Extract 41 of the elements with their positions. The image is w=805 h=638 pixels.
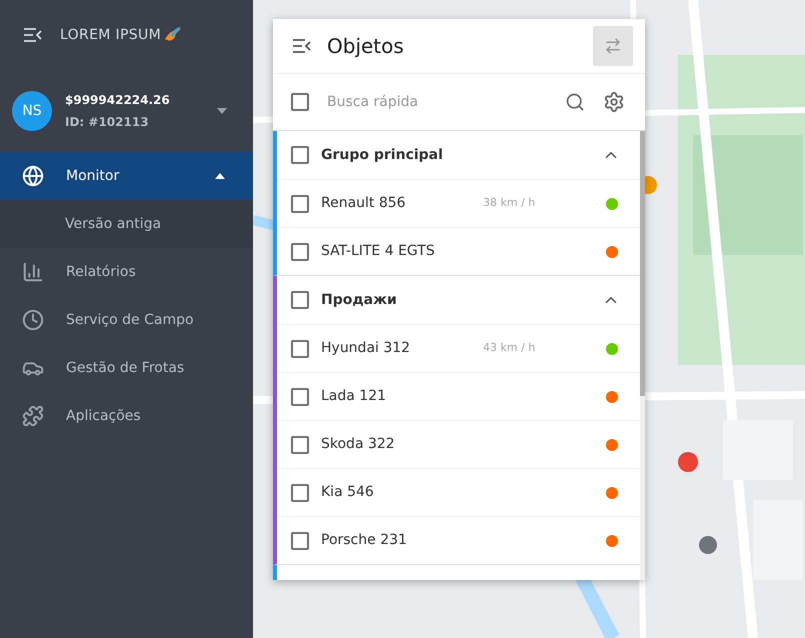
group-header[interactable]: Grupo principal (277, 131, 640, 179)
object-row[interactable]: Hyundai 312 43 km / h (277, 324, 640, 372)
object-row[interactable]: Kia 546 (277, 468, 640, 516)
account-balance: $999942224.26 (65, 92, 171, 109)
search-icon[interactable] (565, 92, 585, 112)
bar-chart-icon (22, 261, 44, 283)
checkbox[interactable] (291, 194, 309, 212)
object-row[interactable]: Renault 856 38 km / h (277, 179, 640, 227)
nav-item[interactable]: Gestão de Frotas (0, 344, 253, 392)
avatar: NS (12, 91, 52, 131)
checkbox[interactable] (291, 436, 309, 454)
swap-icon (604, 37, 622, 55)
nav-item[interactable]: Monitor (0, 152, 253, 200)
object-row[interactable]: Skoda 322 (277, 420, 640, 468)
nav-item[interactable]: Relatórios (0, 248, 253, 296)
account-id: ID: #102113 (65, 114, 150, 131)
group-header[interactable]: Продажи (277, 276, 640, 324)
dropdown-caret-icon[interactable] (217, 108, 227, 114)
checkbox[interactable] (291, 146, 309, 164)
logo-text: LOREM IPSUM (60, 26, 162, 44)
checkbox[interactable] (291, 484, 309, 502)
caret-icon (215, 173, 225, 179)
object-row[interactable]: Lada 121 (277, 372, 640, 420)
puzzle-icon (22, 405, 44, 427)
object-row[interactable]: Porsche 231 (277, 516, 640, 564)
checkbox[interactable] (291, 242, 309, 260)
checkbox[interactable] (291, 532, 309, 550)
search-field[interactable]: Busca rápida (327, 92, 547, 112)
nav-item[interactable]: Aplicações (0, 392, 253, 440)
nav-subitem[interactable]: Versão antiga (0, 200, 253, 248)
checkbox[interactable] (291, 291, 309, 309)
panel-title: Objetos (327, 33, 405, 60)
checkbox[interactable] (291, 388, 309, 406)
object-row[interactable]: SAT-LITE 4 EGTS (277, 227, 640, 275)
clock-icon (22, 309, 44, 331)
nav-item[interactable]: Serviço de Campo (0, 296, 253, 344)
collapse-menu-icon[interactable] (293, 39, 311, 53)
checkbox[interactable] (291, 340, 309, 358)
settings-icon[interactable] (603, 91, 625, 113)
globe-icon (22, 165, 44, 187)
checkbox[interactable] (291, 93, 309, 111)
